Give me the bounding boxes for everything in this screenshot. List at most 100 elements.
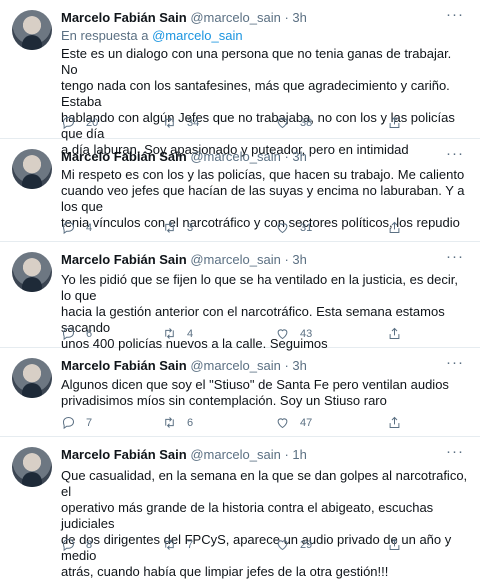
heart-icon	[277, 329, 288, 340]
author-name[interactable]: Marcelo Fabián Sain	[61, 358, 187, 373]
reply-button[interactable]: 6	[61, 326, 92, 341]
more-options-icon[interactable]: ···	[446, 355, 464, 370]
like-count: 38	[300, 116, 313, 129]
avatar[interactable]	[12, 252, 52, 292]
reply-button[interactable]: 7	[61, 415, 92, 430]
retweet-icon	[165, 222, 174, 233]
reply-button[interactable]: 8	[61, 537, 92, 552]
tweet-header: Marcelo Fabián Sain @marcelo_sain · 3h	[61, 358, 307, 373]
avatar[interactable]	[12, 447, 52, 487]
avatar[interactable]	[12, 10, 52, 50]
author-handle[interactable]: @marcelo_sain	[190, 447, 281, 462]
tweet-header: Marcelo Fabián Sain @marcelo_sain · 3h	[61, 252, 307, 267]
retweet-count: 6	[187, 416, 194, 429]
tweet-header: Marcelo Fabián Sain @marcelo_sain · 1h	[61, 447, 307, 462]
tweet[interactable]: Marcelo Fabián Sain @marcelo_sain · 3h ·…	[0, 139, 480, 242]
author-name[interactable]: Marcelo Fabián Sain	[61, 252, 187, 267]
like-count: 47	[300, 416, 313, 429]
retweet-count: 7	[187, 538, 194, 551]
like-button[interactable]: 31	[275, 220, 312, 235]
tweet-time[interactable]: 3h	[292, 149, 306, 164]
tweet-actions: 4 3 31	[61, 220, 421, 238]
retweet-count: 4	[187, 327, 194, 340]
reply-to-link[interactable]: @marcelo_sain	[152, 28, 243, 43]
like-button[interactable]: 47	[275, 415, 312, 430]
author-name[interactable]: Marcelo Fabián Sain	[61, 447, 187, 462]
avatar[interactable]	[12, 149, 52, 189]
tweet-actions: 6 4 43	[61, 326, 421, 344]
tweet-thread: Marcelo Fabián Sain @marcelo_sain · 3h ·…	[0, 0, 480, 579]
reply-prefix: En respuesta a	[61, 28, 153, 43]
heart-icon	[277, 418, 288, 429]
reply-count: 6	[86, 327, 93, 340]
tweet-text: Algunos dicen que soy el "Stiuso" de San…	[61, 377, 449, 408]
retweet-button[interactable]: 34	[162, 115, 199, 130]
like-count: 31	[300, 221, 313, 234]
author-handle[interactable]: @marcelo_sain	[190, 252, 281, 267]
share-button[interactable]	[387, 415, 402, 430]
tweet-time[interactable]: 1h	[292, 447, 306, 462]
retweet-button[interactable]: 6	[162, 415, 193, 430]
author-handle[interactable]: @marcelo_sain	[190, 358, 281, 373]
reply-count: 4	[86, 221, 93, 234]
retweet-button[interactable]: 7	[162, 537, 193, 552]
share-icon	[389, 221, 400, 233]
reply-count: 8	[86, 538, 93, 551]
tweet-actions: 7 6 47	[61, 415, 421, 433]
retweet-icon	[165, 328, 174, 339]
tweet-text: Que casualidad, en la semana en la que s…	[61, 468, 468, 579]
like-button[interactable]: 43	[275, 326, 312, 341]
tweet[interactable]: Marcelo Fabián Sain @marcelo_sain · 3h ·…	[0, 0, 480, 157]
reply-button[interactable]: 4	[61, 220, 92, 235]
like-button[interactable]: 38	[275, 115, 312, 130]
share-button[interactable]	[387, 326, 402, 341]
tweet[interactable]: Marcelo Fabián Sain @marcelo_sain · 3h ·…	[0, 242, 480, 351]
tweet-actions: 20 34 38	[61, 115, 421, 133]
heart-icon	[277, 118, 288, 129]
tweet-actions: 8 7 29	[61, 537, 421, 555]
reply-icon	[62, 116, 75, 130]
more-options-icon[interactable]: ···	[446, 249, 464, 264]
reply-icon	[62, 221, 75, 235]
retweet-count: 3	[187, 221, 194, 234]
like-count: 29	[300, 538, 313, 551]
reply-count: 7	[86, 416, 93, 429]
reply-icon	[62, 327, 75, 341]
author-name[interactable]: Marcelo Fabián Sain	[61, 10, 187, 25]
share-icon	[389, 538, 400, 550]
tweet-header: Marcelo Fabián Sain @marcelo_sain · 3h	[61, 10, 307, 25]
author-handle[interactable]: @marcelo_sain	[190, 10, 281, 25]
like-button[interactable]: 29	[275, 537, 312, 552]
reply-count: 20	[86, 116, 99, 129]
tweet-time[interactable]: 3h	[292, 358, 306, 373]
author-name[interactable]: Marcelo Fabián Sain	[61, 149, 187, 164]
author-handle[interactable]: @marcelo_sain	[190, 149, 281, 164]
more-options-icon[interactable]: ···	[446, 146, 464, 161]
share-button[interactable]	[387, 537, 402, 552]
reply-icon	[62, 416, 75, 430]
share-button[interactable]	[387, 220, 402, 235]
tweet[interactable]: Marcelo Fabián Sain @marcelo_sain · 1h ·…	[0, 437, 480, 579]
tweet-time[interactable]: 3h	[292, 252, 306, 267]
retweet-icon	[165, 539, 174, 550]
share-icon	[389, 416, 400, 428]
retweet-icon	[165, 417, 174, 428]
more-options-icon[interactable]: ···	[446, 444, 464, 459]
share-icon	[389, 116, 400, 128]
reply-context: En respuesta a @marcelo_sain	[61, 28, 243, 44]
retweet-button[interactable]: 4	[162, 326, 193, 341]
avatar[interactable]	[12, 358, 52, 398]
reply-icon	[62, 538, 75, 552]
heart-icon	[277, 223, 288, 234]
share-button[interactable]	[387, 115, 402, 130]
tweet-time[interactable]: 3h	[292, 10, 306, 25]
share-icon	[389, 327, 400, 339]
more-options-icon[interactable]: ···	[446, 7, 464, 22]
tweet[interactable]: Marcelo Fabián Sain @marcelo_sain · 3h ·…	[0, 348, 480, 437]
heart-icon	[277, 540, 288, 551]
retweet-button[interactable]: 3	[162, 220, 193, 235]
tweet-header: Marcelo Fabián Sain @marcelo_sain · 3h	[61, 149, 307, 164]
reply-button[interactable]: 20	[61, 115, 98, 130]
like-count: 43	[300, 327, 313, 340]
retweet-icon	[165, 117, 174, 128]
